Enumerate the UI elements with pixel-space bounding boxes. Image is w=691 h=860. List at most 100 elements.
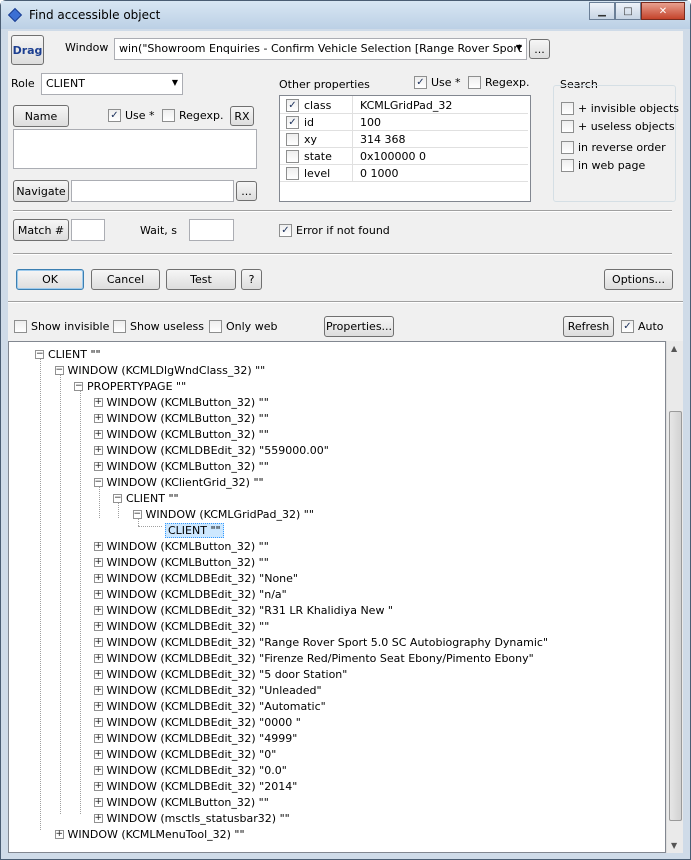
window-combo[interactable]: win("Showroom Enquiries - Confirm Vehicl… (114, 38, 527, 60)
title-bar[interactable]: Find accessible object ▁ □ ✕ (1, 1, 690, 29)
expand-icon[interactable]: + (93, 589, 103, 599)
options-button[interactable]: Options... (604, 269, 673, 290)
property-row[interactable]: xy 314 368 (280, 131, 528, 148)
tree-node-label[interactable]: PROPERTYPAGE "" (87, 380, 186, 393)
expand-icon[interactable]: + (93, 669, 103, 679)
property-row[interactable]: ✓ id 100 (280, 114, 528, 131)
collapse-icon[interactable]: − (54, 365, 64, 375)
expand-icon[interactable]: + (93, 541, 103, 551)
property-checkbox[interactable] (286, 133, 299, 146)
wait-field[interactable] (189, 219, 234, 241)
reverse-order-checkbox[interactable]: in reverse order (561, 141, 666, 154)
expand-icon[interactable]: + (93, 445, 103, 455)
tree-node[interactable]: + WINDOW (KCMLDBEdit_32) "4999" (93, 730, 298, 746)
minimize-button[interactable]: ▁ (589, 2, 615, 20)
property-value[interactable]: 0 1000 (360, 167, 399, 180)
tree-node[interactable]: + WINDOW (KCMLDBEdit_32) "n/a" (93, 586, 287, 602)
tree-node[interactable]: + WINDOW (KCMLDBEdit_32) "559000.00" (93, 442, 329, 458)
tree-node[interactable]: + WINDOW (KCMLDBEdit_32) "2014" (93, 778, 298, 794)
rx-button[interactable]: RX (230, 106, 254, 126)
tree-node-label[interactable]: WINDOW (KCMLDBEdit_32) "4999" (107, 732, 298, 745)
name-textarea[interactable] (13, 129, 257, 169)
accessible-object-tree[interactable]: − CLIENT "" − WINDOW (KCMLDlgWndClass_32) "… (8, 341, 666, 853)
tree-node-label[interactable]: WINDOW (KClientGrid_32) "" (107, 476, 264, 489)
other-use-checkbox[interactable]: ✓ Use * (414, 76, 461, 89)
tree-node-label[interactable]: WINDOW (KCMLButton_32) "" (107, 796, 269, 809)
web-page-checkbox[interactable]: in web page (561, 159, 645, 172)
tree-node[interactable]: − WINDOW (KCMLGridPad_32) "" (132, 506, 314, 522)
tree-node[interactable]: + WINDOW (KCMLDBEdit_32) "0000 " (93, 714, 301, 730)
scroll-up-icon[interactable]: ▲ (671, 344, 677, 353)
checkmark-icon[interactable]: ✓ (286, 99, 299, 112)
tree-node[interactable]: + WINDOW (KCMLButton_32) "" (93, 458, 269, 474)
tree-node[interactable]: + WINDOW (KCMLDBEdit_32) "Range Rover Spo… (93, 634, 548, 650)
collapse-icon[interactable]: − (35, 349, 44, 359)
cancel-button[interactable]: Cancel (91, 269, 160, 290)
expand-icon[interactable]: + (93, 605, 103, 615)
expand-icon[interactable]: + (93, 397, 103, 407)
tree-node[interactable]: + WINDOW (KCMLDBEdit_32) "Automatic" (93, 698, 326, 714)
properties-button[interactable]: Properties... (324, 316, 394, 337)
tree-node-label[interactable]: WINDOW (msctls_statusbar32) "" (107, 812, 290, 825)
only-web-checkbox[interactable]: Only web (209, 320, 277, 333)
other-regexp-checkbox[interactable]: Regexp. (468, 76, 529, 89)
navigate-button[interactable]: Navigate (13, 180, 69, 202)
tree-node[interactable]: + WINDOW (KCMLDBEdit_32) "0" (93, 746, 277, 762)
error-if-not-found-checkbox[interactable]: ✓ Error if not found (279, 224, 390, 237)
tree-node-label[interactable]: WINDOW (KCMLMenuTool_32) "" (68, 828, 245, 841)
tree-node[interactable]: + WINDOW (KCMLButton_32) "" (93, 410, 269, 426)
name-use-checkbox[interactable]: ✓ Use * (108, 109, 155, 122)
tree-node-label[interactable]: WINDOW (KCMLDBEdit_32) "Unleaded" (107, 684, 322, 697)
tree-node-label[interactable]: WINDOW (KCMLDBEdit_32) "None" (107, 572, 298, 585)
tree-node-label[interactable]: WINDOW (KCMLDBEdit_32) "0" (107, 748, 277, 761)
collapse-icon[interactable]: − (113, 493, 122, 503)
tree-node[interactable]: + WINDOW (KCMLButton_32) "" (93, 394, 269, 410)
chevron-down-icon[interactable]: ▼ (172, 78, 178, 87)
test-button[interactable]: Test (166, 269, 236, 290)
expand-icon[interactable]: + (93, 797, 103, 807)
role-combo[interactable]: CLIENT ▼ (41, 73, 183, 95)
match-field[interactable] (71, 219, 105, 241)
property-row[interactable]: state 0x100000 0 (280, 148, 528, 165)
collapse-icon[interactable]: − (93, 477, 103, 487)
property-value[interactable]: 0x100000 0 (360, 150, 426, 163)
tree-node[interactable]: + WINDOW (KCMLButton_32) "" (93, 794, 269, 810)
tree-node-label[interactable]: WINDOW (KCMLDBEdit_32) "2014" (107, 780, 298, 793)
name-button[interactable]: Name (13, 105, 69, 127)
scroll-thumb[interactable] (669, 411, 682, 821)
property-value[interactable]: KCMLGridPad_32 (360, 99, 452, 112)
tree-node-label[interactable]: WINDOW (KCMLButton_32) "" (107, 540, 269, 553)
expand-icon[interactable]: + (93, 733, 103, 743)
tree-node[interactable]: − CLIENT "" (113, 490, 179, 506)
expand-icon[interactable]: + (93, 685, 103, 695)
tree-node-label[interactable]: WINDOW (KCMLDBEdit_32) "Firenze Red/Pime… (107, 652, 534, 665)
tree-node-label[interactable]: WINDOW (KCMLDBEdit_32) "Automatic" (107, 700, 326, 713)
navigate-browse-button[interactable]: ... (236, 181, 257, 201)
tree-node-label[interactable]: CLIENT "" (126, 492, 179, 505)
scroll-down-icon[interactable]: ▼ (671, 841, 677, 850)
chevron-down-icon[interactable]: ▼ (516, 43, 522, 52)
tree-node-label[interactable]: WINDOW (KCMLDBEdit_32) "n/a" (107, 588, 287, 601)
tree-node-label[interactable]: WINDOW (KCMLDBEdit_32) "0000 " (107, 716, 301, 729)
show-useless-checkbox[interactable]: Show useless (113, 320, 204, 333)
tree-node-label[interactable]: CLIENT "" (165, 522, 224, 538)
expand-icon[interactable]: + (93, 461, 103, 471)
show-invisible-checkbox[interactable]: Show invisible (14, 320, 109, 333)
expand-icon[interactable]: + (93, 781, 103, 791)
window-browse-button[interactable]: ... (529, 39, 550, 59)
expand-icon[interactable]: + (54, 829, 64, 839)
property-row[interactable]: level 0 1000 (280, 165, 528, 182)
maximize-button[interactable]: □ (615, 2, 641, 20)
tree-node[interactable]: − WINDOW (KClientGrid_32) "" (93, 474, 264, 490)
expand-icon[interactable]: + (93, 429, 103, 439)
tree-node-label[interactable]: WINDOW (KCMLButton_32) "" (107, 412, 269, 425)
help-button[interactable]: ? (241, 269, 262, 290)
drag-button[interactable]: Drag (11, 35, 44, 65)
expand-icon[interactable]: + (93, 813, 103, 823)
navigate-field[interactable] (71, 180, 234, 202)
tree-node-label[interactable]: WINDOW (KCMLButton_32) "" (107, 460, 269, 473)
tree-node-label[interactable]: WINDOW (KCMLDBEdit_32) "5 door Station" (107, 668, 348, 681)
tree-node-label[interactable]: WINDOW (KCMLGridPad_32) "" (146, 508, 314, 521)
property-row[interactable]: ✓ class KCMLGridPad_32 (280, 97, 528, 114)
collapse-icon[interactable]: − (74, 381, 83, 391)
